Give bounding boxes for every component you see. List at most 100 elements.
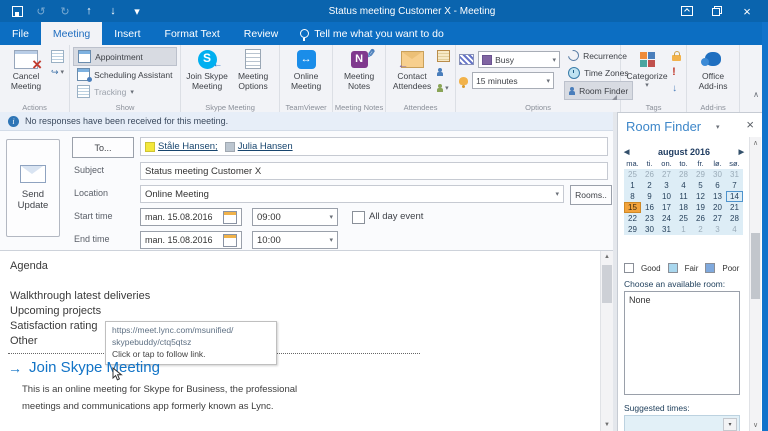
calendar-day[interactable]: 9 — [641, 191, 658, 202]
move-up-icon[interactable]: ↑ — [82, 4, 96, 18]
calendar-day[interactable]: 4 — [675, 180, 692, 191]
scroll-up-icon[interactable]: ▲ — [601, 251, 613, 263]
suggested-times-dropdown-icon[interactable]: ▾ — [723, 418, 737, 431]
calendar-day[interactable]: 17 — [658, 202, 675, 213]
join-skype-meeting-button[interactable]: S Join Skype Meeting — [184, 47, 230, 103]
calendar-day[interactable]: 30 — [641, 224, 658, 235]
meeting-options-button[interactable]: Meeting Options — [230, 47, 276, 103]
calendar-day[interactable]: 28 — [675, 169, 692, 180]
to-button[interactable]: To... — [72, 137, 134, 158]
calendar-day[interactable]: 21 — [726, 202, 743, 213]
update-attendees-icon-button[interactable] — [437, 66, 450, 78]
calendar-day[interactable]: 5 — [692, 180, 709, 191]
tell-me-box[interactable]: Tell me what you want to do — [290, 22, 454, 45]
calendar-day[interactable]: 2 — [641, 180, 658, 191]
calendar-day[interactable]: 29 — [692, 169, 709, 180]
recipient-link[interactable]: Julia Hansen — [238, 141, 293, 152]
calendar-day[interactable]: 25 — [624, 169, 641, 180]
body-scrollbar[interactable]: ▲ ▼ — [600, 251, 613, 431]
start-date-picker-icon[interactable] — [223, 210, 237, 224]
calendar-day[interactable]: 24 — [658, 213, 675, 224]
meeting-notes-button[interactable]: N Meeting Notes — [336, 47, 382, 103]
calendar-day[interactable]: 27 — [658, 169, 675, 180]
options-dialog-launcher-icon[interactable] — [612, 95, 618, 100]
calendar-day[interactable]: 26 — [692, 213, 709, 224]
calendar-day[interactable]: 10 — [658, 191, 675, 202]
rooms-button[interactable]: Rooms.. — [570, 185, 612, 205]
end-time-dropdown-icon[interactable]: ▾ — [329, 236, 333, 244]
high-importance-button[interactable]: ! — [672, 66, 681, 78]
calendar-day[interactable]: 12 — [692, 191, 709, 202]
calendar-day[interactable]: 26 — [641, 169, 658, 180]
panel-scroll-down-icon[interactable]: ∨ — [750, 419, 761, 431]
tab-meeting[interactable]: Meeting — [40, 22, 103, 45]
end-time-field[interactable]: 10:00 ▾ — [252, 231, 338, 249]
calendar-day[interactable]: 1 — [675, 224, 692, 235]
appointment-button[interactable]: Appointment — [73, 47, 177, 66]
next-month-icon[interactable]: ▶ — [739, 148, 744, 156]
calendar-day[interactable]: 27 — [709, 213, 726, 224]
calendar-day[interactable]: 1 — [624, 180, 641, 191]
suggested-times-box[interactable]: ▾ — [624, 415, 740, 431]
message-body[interactable]: Agenda Walkthrough latest deliveries Upco… — [0, 250, 614, 431]
calendar-day[interactable]: 3 — [709, 224, 726, 235]
tracking-button[interactable]: Tracking ▾ — [73, 83, 176, 100]
online-meeting-button[interactable]: ↔ Online Meeting — [283, 47, 329, 103]
private-button[interactable] — [672, 50, 682, 62]
calendar-day[interactable]: 28 — [726, 213, 743, 224]
calendar-day[interactable]: 29 — [624, 224, 641, 235]
move-down-icon[interactable]: ↓ — [106, 4, 120, 18]
subject-field[interactable]: Status meeting Customer X — [140, 162, 608, 180]
join-skype-meeting-link[interactable]: Join Skype Meeting — [29, 359, 160, 376]
calendar-day[interactable]: 13 — [709, 191, 726, 202]
calendar-day[interactable]: 4 — [726, 224, 743, 235]
open-window-icon-button[interactable] — [51, 49, 64, 63]
room-list-item[interactable]: None — [629, 295, 735, 305]
calendar-day[interactable]: 14 — [726, 191, 743, 202]
calendar-day[interactable]: 20 — [709, 202, 726, 213]
scroll-thumb[interactable] — [602, 265, 612, 303]
calendar-day[interactable]: 31 — [726, 169, 743, 180]
room-finder-menu-icon[interactable]: ▾ — [716, 123, 720, 131]
location-dropdown-icon[interactable]: ▾ — [555, 190, 559, 198]
address-book-icon-button[interactable] — [437, 50, 451, 62]
calendar-day[interactable]: 31 — [658, 224, 675, 235]
panel-scrollbar[interactable]: ∧ ∨ — [749, 137, 761, 431]
calendar-day[interactable]: 19 — [692, 202, 709, 213]
redo-icon[interactable]: ↻ — [58, 4, 72, 18]
all-day-checkbox[interactable] — [352, 211, 365, 224]
panel-scroll-thumb[interactable] — [751, 233, 760, 299]
calendar-day[interactable]: 2 — [692, 224, 709, 235]
scheduling-assistant-button[interactable]: Scheduling Assistant — [73, 66, 176, 83]
close-window-icon[interactable]: × — [740, 4, 754, 19]
customize-qat-icon[interactable]: ▾ — [130, 4, 144, 18]
end-date-field[interactable]: man. 15.08.2016 — [140, 231, 242, 249]
cancel-meeting-button[interactable]: Cancel Meeting — [3, 47, 49, 103]
tab-review[interactable]: Review — [232, 22, 290, 45]
start-date-field[interactable]: man. 15.08.2016 — [140, 208, 242, 226]
ribbon-display-options-icon[interactable] — [680, 4, 694, 18]
tab-file[interactable]: File — [0, 22, 41, 45]
recipients-field[interactable]: Ståle Hansen; Julia Hansen — [140, 137, 608, 156]
calendar-day[interactable]: 8 — [624, 191, 641, 202]
save-icon[interactable] — [10, 4, 24, 18]
calendar-day[interactable]: 6 — [709, 180, 726, 191]
recipient-link[interactable]: Ståle Hansen; — [158, 141, 218, 152]
tab-insert[interactable]: Insert — [102, 22, 152, 45]
calendar-day[interactable]: 11 — [675, 191, 692, 202]
calendar-day[interactable]: 7 — [726, 180, 743, 191]
panel-scroll-up-icon[interactable]: ∧ — [750, 137, 761, 149]
undo-icon[interactable]: ↺ — [34, 4, 48, 18]
calendar-day[interactable]: 23 — [641, 213, 658, 224]
categorize-button[interactable]: Categorize ▾ — [624, 47, 670, 103]
restore-window-icon[interactable] — [710, 4, 724, 18]
start-time-field[interactable]: 09:00 ▾ — [252, 208, 338, 226]
contact-attendees-button[interactable]: Contact Attendees — [389, 47, 435, 103]
end-date-picker-icon[interactable] — [223, 233, 237, 247]
collapse-ribbon-icon[interactable]: ∧ — [753, 90, 759, 99]
calendar-day[interactable]: 16 — [641, 202, 658, 213]
location-field[interactable]: Online Meeting ▾ — [140, 185, 564, 203]
add-remove-attendees-icon-button[interactable]: ▾ — [437, 82, 450, 94]
calendar-day-selected[interactable]: 15 — [624, 202, 641, 213]
show-as-select[interactable]: Busy ▾ — [478, 51, 561, 68]
